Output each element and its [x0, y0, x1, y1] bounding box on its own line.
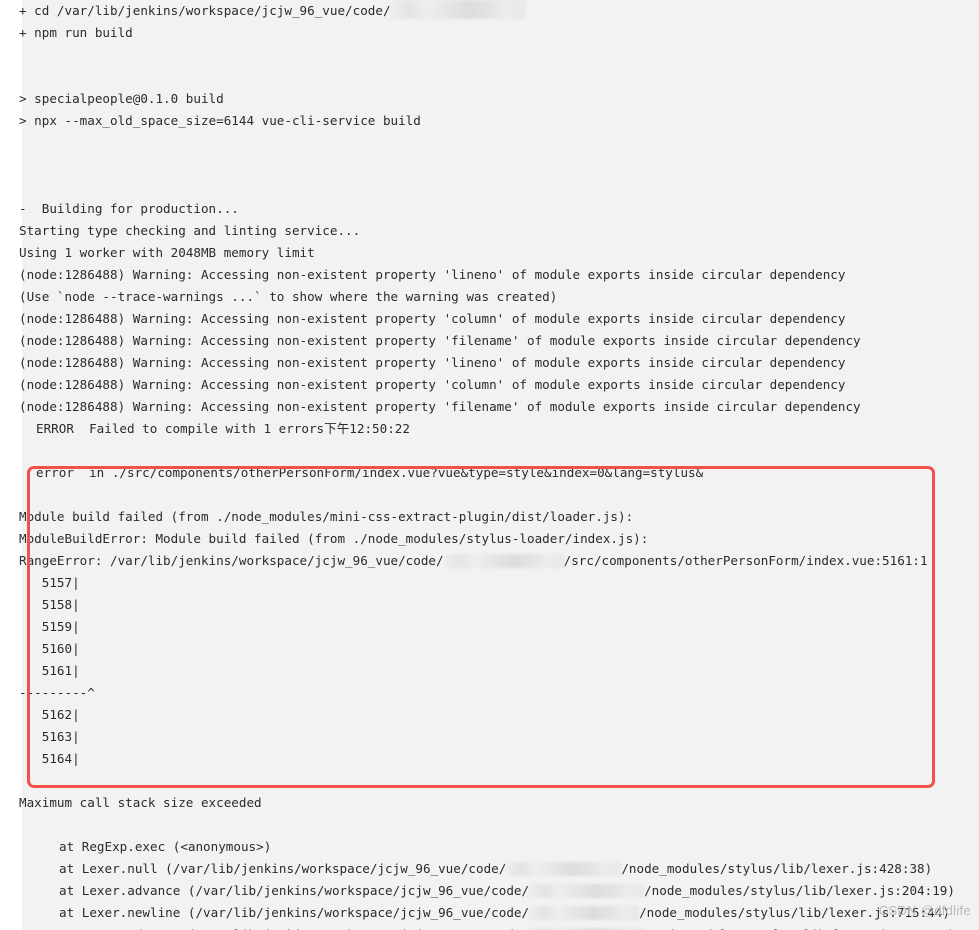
log-line: (node:1286488) Warning: Accessing non-ex…: [0, 352, 957, 374]
log-text: 5160|: [19, 641, 80, 656]
log-text: (Use `node --trace-warnings ...` to show…: [19, 289, 558, 304]
redacted-path-block: [506, 861, 622, 876]
log-line: + cd /var/lib/jenkins/workspace/jcjw_96_…: [0, 0, 957, 22]
log-line: - Building for production...: [0, 198, 957, 220]
log-text: (node:1286488) Warning: Accessing non-ex…: [19, 355, 846, 370]
log-line: Maximum call stack size exceeded: [0, 792, 957, 814]
log-line: RangeError: /var/lib/jenkins/workspace/j…: [0, 550, 957, 572]
log-text: (node:1286488) Warning: Accessing non-ex…: [19, 399, 861, 414]
log-text: Starting type checking and linting servi…: [19, 223, 361, 238]
log-text: at Lexer.advance (/var/lib/jenkins/works…: [59, 883, 530, 898]
log-text: RangeError: /var/lib/jenkins/workspace/j…: [19, 553, 444, 568]
log-text: (node:1286488) Warning: Accessing non-ex…: [19, 333, 861, 348]
log-line: error in ./src/components/otherPersonFor…: [0, 462, 957, 484]
log-text: /src/components/otherPersonForm/index.vu…: [563, 553, 928, 568]
log-text: 5157|: [19, 575, 80, 590]
log-text: > specialpeople@0.1.0 build: [19, 91, 224, 106]
redacted-path-block: [529, 883, 645, 898]
log-text: Using 1 worker with 2048MB memory limit: [19, 245, 315, 260]
log-line: > npx --max_old_space_size=6144 vue-cli-…: [0, 110, 957, 132]
redacted-path-block: [390, 0, 526, 19]
log-line: Starting type checking and linting servi…: [0, 220, 957, 242]
log-line: 5164|: [0, 748, 957, 770]
log-line: 5163|: [0, 726, 957, 748]
console-log-page: + cd /var/lib/jenkins/workspace/jcjw_96_…: [0, 0, 979, 930]
log-text: ERROR Failed to compile with 1 errors下午1…: [36, 421, 410, 436]
log-text: - Building for production...: [19, 201, 239, 216]
log-line: at RegExp.exec (<anonymous>): [0, 836, 957, 858]
log-text: 5163|: [19, 729, 80, 744]
log-line: (node:1286488) Warning: Accessing non-ex…: [0, 308, 957, 330]
log-line: 5162|: [0, 704, 957, 726]
log-text: > npx --max_old_space_size=6144 vue-cli-…: [19, 113, 421, 128]
log-line: (Use `node --trace-warnings ...` to show…: [0, 286, 957, 308]
log-text: Maximum call stack size exceeded: [19, 795, 262, 810]
log-line: (node:1286488) Warning: Accessing non-ex…: [0, 330, 957, 352]
log-line: (node:1286488) Warning: Accessing non-ex…: [0, 374, 957, 396]
log-line: 5157|: [0, 572, 957, 594]
log-line: ---------^: [0, 682, 957, 704]
console-log-lines: + cd /var/lib/jenkins/workspace/jcjw_96_…: [0, 0, 957, 930]
redacted-path-block: [443, 553, 564, 568]
log-line: at Lexer.newline (/var/lib/jenkins/works…: [0, 902, 957, 924]
log-line: at Lexer.null (/var/lib/jenkins/workspac…: [0, 858, 957, 880]
log-text: 5162|: [19, 707, 80, 722]
log-text: + npm run build: [19, 25, 133, 40]
log-text: ---------^: [19, 685, 95, 700]
log-text: at RegExp.exec (<anonymous>): [59, 839, 272, 854]
log-line: + npm run build: [0, 22, 957, 44]
log-line: (node:1286488) Warning: Accessing non-ex…: [0, 264, 957, 286]
csdn-watermark: CSDN @dfdlife: [878, 903, 971, 918]
redacted-path-block: [529, 905, 640, 920]
log-text: at Lexer.null (/var/lib/jenkins/workspac…: [59, 861, 507, 876]
log-line: at Lexer.advance (/var/lib/jenkins/works…: [0, 924, 957, 930]
log-text: /node_modules/stylus/lib/lexer.js:428:38…: [621, 861, 933, 876]
log-line: 5160|: [0, 638, 957, 660]
log-line: > specialpeople@0.1.0 build: [0, 88, 957, 110]
log-line: 5159|: [0, 616, 957, 638]
log-text: 5159|: [19, 619, 80, 634]
log-line: ModuleBuildError: Module build failed (f…: [0, 528, 957, 550]
log-text: 5161|: [19, 663, 80, 678]
log-line: Using 1 worker with 2048MB memory limit: [0, 242, 957, 264]
log-text: error in ./src/components/otherPersonFor…: [36, 465, 704, 480]
log-text: 5164|: [19, 751, 80, 766]
log-line: at Lexer.advance (/var/lib/jenkins/works…: [0, 880, 957, 902]
log-text: (node:1286488) Warning: Accessing non-ex…: [19, 267, 846, 282]
log-text: Module build failed (from ./node_modules…: [19, 509, 634, 524]
log-line: ERROR Failed to compile with 1 errors下午1…: [0, 418, 957, 440]
log-text: + cd /var/lib/jenkins/workspace/jcjw_96_…: [19, 3, 391, 18]
log-line: (node:1286488) Warning: Accessing non-ex…: [0, 396, 957, 418]
log-line: Module build failed (from ./node_modules…: [0, 506, 957, 528]
log-line: 5158|: [0, 594, 957, 616]
log-text: /node_modules/stylus/lib/lexer.js:204:19…: [644, 883, 955, 898]
log-text: (node:1286488) Warning: Accessing non-ex…: [19, 311, 846, 326]
log-line: 5161|: [0, 660, 957, 682]
log-text: at Lexer.newline (/var/lib/jenkins/works…: [59, 905, 530, 920]
log-text: 5158|: [19, 597, 80, 612]
log-text: ModuleBuildError: Module build failed (f…: [19, 531, 649, 546]
log-text: (node:1286488) Warning: Accessing non-ex…: [19, 377, 846, 392]
